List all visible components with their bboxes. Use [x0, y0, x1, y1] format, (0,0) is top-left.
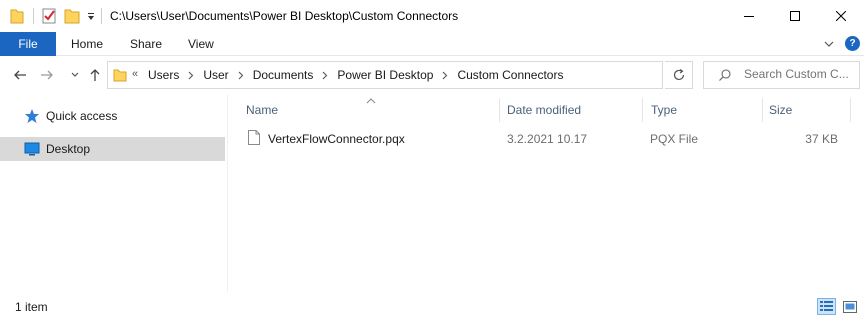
properties-icon[interactable]	[41, 7, 57, 25]
search-box[interactable]	[703, 61, 860, 89]
title-divider	[101, 8, 102, 24]
breadcrumb-users[interactable]: Users	[148, 68, 179, 82]
navigation-pane: Quick access Desktop	[0, 94, 228, 292]
close-icon	[836, 11, 846, 21]
chevron-right-icon[interactable]	[188, 71, 194, 80]
status-bar: 1 item	[0, 292, 864, 319]
maximize-icon	[790, 11, 800, 21]
details-view-button[interactable]	[817, 298, 836, 315]
column-header-name[interactable]: Name	[246, 103, 278, 117]
breadcrumb-power-bi-desktop[interactable]: Power BI Desktop	[337, 68, 433, 82]
item-count: 1 item	[15, 300, 48, 314]
file-size: 37 KB	[805, 132, 838, 146]
customize-toolbar-icon[interactable]	[86, 7, 96, 25]
details-view-icon	[820, 301, 833, 311]
chevron-right-icon[interactable]	[322, 71, 328, 80]
column-header-date-modified[interactable]: Date modified	[507, 103, 581, 117]
file-type: PQX File	[650, 132, 699, 146]
sidebar-item-quick-access[interactable]: Quick access	[0, 104, 225, 128]
arrow-right-icon	[41, 70, 53, 80]
tab-view[interactable]: View	[188, 32, 214, 56]
file-row[interactable]: VertexFlowConnector.pqx 3.2.2021 10.17 P…	[243, 127, 848, 149]
close-button[interactable]	[818, 0, 864, 32]
breadcrumb-custom-connectors[interactable]: Custom Connectors	[457, 68, 563, 82]
help-icon[interactable]: ?	[845, 36, 860, 51]
address-overflow[interactable]: «	[132, 68, 138, 80]
large-icons-view-icon	[842, 300, 857, 313]
sidebar-item-label: Quick access	[46, 109, 118, 123]
address-bar[interactable]: « Users User Documents Power BI Desktop …	[107, 61, 758, 89]
up-button[interactable]	[86, 66, 104, 84]
ribbon-tabs: File Home Share View ?	[0, 32, 864, 56]
chevron-right-icon[interactable]	[442, 71, 448, 80]
refresh-icon	[673, 69, 684, 81]
maximize-button[interactable]	[772, 0, 818, 32]
recent-locations-button[interactable]	[66, 66, 84, 84]
tab-file[interactable]: File	[0, 32, 56, 56]
file-date-modified: 3.2.2021 10.17	[507, 132, 588, 146]
sort-ascending-icon	[366, 94, 376, 104]
column-divider[interactable]	[762, 98, 763, 122]
minimize-icon	[744, 16, 754, 17]
back-button[interactable]	[11, 66, 29, 84]
search-input[interactable]	[744, 67, 856, 81]
sidebar-item-label: Desktop	[46, 142, 91, 156]
arrow-up-icon	[90, 69, 100, 81]
quick-access-divider	[33, 8, 34, 24]
tab-share[interactable]: Share	[130, 32, 162, 56]
file-name[interactable]: VertexFlowConnector.pqx	[268, 132, 405, 146]
column-divider[interactable]	[850, 98, 851, 122]
forward-button[interactable]	[38, 66, 56, 84]
column-header-size[interactable]: Size	[769, 103, 792, 117]
search-icon	[718, 68, 732, 82]
file-icon	[248, 130, 260, 145]
expand-ribbon-icon[interactable]	[822, 37, 836, 51]
star-icon	[24, 108, 40, 124]
refresh-button[interactable]	[665, 61, 693, 89]
breadcrumb-documents[interactable]: Documents	[253, 68, 314, 82]
folder-icon[interactable]	[10, 7, 24, 25]
desktop-icon	[24, 141, 40, 157]
sidebar-item-desktop[interactable]: Desktop	[0, 137, 225, 161]
minimize-button[interactable]	[726, 0, 772, 32]
folder-icon	[113, 68, 127, 82]
window-title: C:\Users\User\Documents\Power BI Desktop…	[110, 9, 459, 23]
new-folder-icon[interactable]	[64, 7, 80, 25]
navigation-toolbar: « Users User Documents Power BI Desktop …	[0, 56, 864, 94]
file-list: Name Date modified Type Size VertexFlowC…	[229, 94, 864, 292]
breadcrumb-user[interactable]: User	[203, 68, 228, 82]
arrow-left-icon	[14, 70, 26, 80]
tab-home[interactable]: Home	[71, 32, 103, 56]
breadcrumb: Users User Documents Power BI Desktop Cu…	[148, 68, 563, 82]
large-icons-view-button[interactable]	[840, 298, 859, 315]
column-divider[interactable]	[642, 98, 643, 122]
title-bar: C:\Users\User\Documents\Power BI Desktop…	[0, 0, 864, 32]
chevron-down-icon	[71, 72, 79, 77]
column-header-type[interactable]: Type	[651, 103, 677, 117]
column-divider[interactable]	[499, 98, 500, 122]
chevron-right-icon[interactable]	[238, 71, 244, 80]
